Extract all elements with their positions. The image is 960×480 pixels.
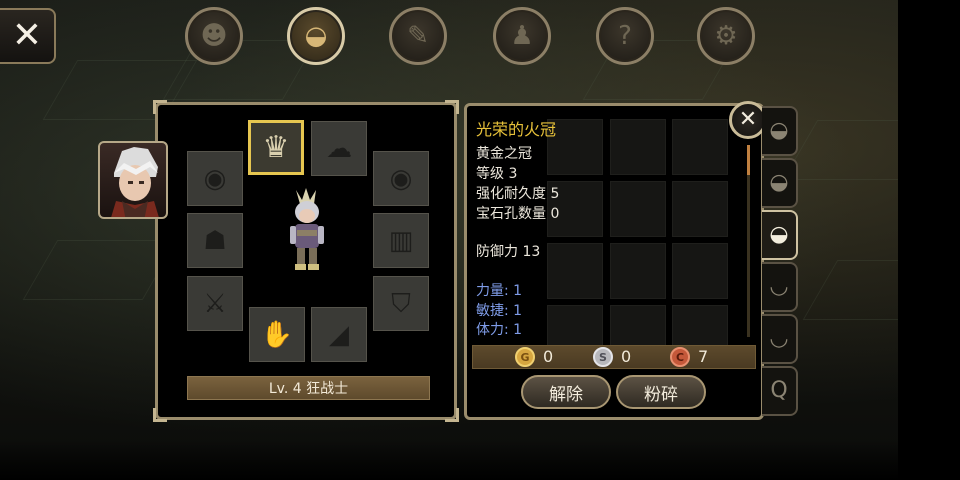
- bag-icon: ◒: [769, 118, 789, 143]
- item-stat-line: 体力: 1: [476, 322, 523, 338]
- crown-icon: ♛: [262, 129, 290, 165]
- inventory-cell[interactable]: [610, 119, 666, 175]
- shield-icon: ⛉: [391, 288, 411, 319]
- stats-scroll-thumb[interactable]: [747, 145, 750, 175]
- armor-slot[interactable]: ▥: [373, 213, 429, 268]
- people-icon: ♟: [510, 21, 534, 51]
- inventory-cell[interactable]: [672, 181, 728, 237]
- inventory-cell[interactable]: [610, 243, 666, 299]
- shoulder-slot[interactable]: ☗: [187, 213, 243, 268]
- pauldron-icon: ☗: [203, 225, 227, 256]
- tab-party[interactable]: ♟: [493, 7, 551, 65]
- item-stat-line: 等级 3: [476, 166, 518, 182]
- copper-amount: 7: [698, 347, 709, 366]
- bag-tab-1[interactable]: ◒: [762, 106, 798, 156]
- weapon-slot[interactable]: ⚔: [187, 276, 243, 331]
- character-level-label: Lv. 4 狂战士: [187, 376, 430, 400]
- inventory-cell[interactable]: [547, 243, 603, 299]
- bag-tab-4[interactable]: ◡: [762, 262, 798, 312]
- item-stat-line: 强化耐久度 5: [476, 186, 560, 202]
- ring-icon: ◉: [389, 163, 413, 194]
- quest-bag-icon: Q: [770, 378, 788, 403]
- tab-inventory[interactable]: ◒: [287, 7, 345, 65]
- bag-tab-6[interactable]: Q: [762, 366, 798, 416]
- gold-amount: 0: [543, 347, 554, 366]
- item-stat-line: 敏捷: 1: [476, 303, 523, 319]
- copper-coin-icon: C: [670, 347, 690, 367]
- gauntlet-icon: ✋: [260, 319, 294, 350]
- feather-icon: ✎: [407, 21, 429, 51]
- close-icon: ✕: [11, 15, 43, 56]
- item-name: 光荣的火冠: [476, 120, 557, 139]
- scroll-icon: ?: [618, 21, 632, 51]
- gold-coin-icon: G: [515, 347, 535, 367]
- gear-icon: ⚙: [714, 21, 738, 51]
- ring-right-slot[interactable]: ◉: [373, 151, 429, 206]
- unequip-button[interactable]: 解除: [521, 375, 611, 409]
- bag-tab-5[interactable]: ◡: [762, 314, 798, 364]
- sword-icon: ⚔: [203, 288, 227, 319]
- inventory-cell[interactable]: [610, 181, 666, 237]
- inventory-cell[interactable]: [672, 119, 728, 175]
- silver-coin-icon: S: [593, 347, 613, 367]
- cape-slot[interactable]: ☁: [311, 121, 367, 176]
- close-icon: ✕: [738, 107, 758, 132]
- bag-tab-2[interactable]: ◒: [762, 158, 798, 208]
- smash-button[interactable]: 粉碎: [616, 375, 706, 409]
- bag-tab-3[interactable]: ◒: [762, 210, 798, 260]
- tab-skills[interactable]: ✎: [389, 7, 447, 65]
- gloves-slot[interactable]: ✋: [249, 307, 305, 362]
- character-portrait[interactable]: [98, 141, 168, 219]
- tab-character[interactable]: ☻: [185, 7, 243, 65]
- character-figure: [282, 186, 332, 272]
- ring-left-slot[interactable]: ◉: [187, 151, 243, 206]
- bag-icon: ◒: [304, 21, 328, 51]
- item-stat-line: 黄金之冠: [476, 146, 532, 162]
- tab-settings[interactable]: ⚙: [697, 7, 755, 65]
- boot-icon: ◢: [329, 319, 349, 350]
- avatar: [111, 147, 159, 217]
- silver-amount: 0: [621, 347, 632, 366]
- bag-outline-icon: ◡: [769, 326, 789, 351]
- armor-icon: ▥: [388, 225, 414, 256]
- item-stat-line: 防御力 13: [476, 244, 541, 260]
- inventory-cell[interactable]: [672, 243, 728, 299]
- boots-slot[interactable]: ◢: [311, 307, 367, 362]
- item-stat-line: 宝石孔数量 0: [476, 206, 560, 222]
- bag-icon: ◒: [769, 170, 789, 195]
- cape-icon: ☁: [326, 133, 352, 164]
- head-icon: ☻: [200, 21, 228, 51]
- close-button[interactable]: ✕: [0, 8, 56, 64]
- ring-icon: ◉: [203, 163, 227, 194]
- bag-icon: ◒: [769, 222, 789, 247]
- item-stat-line: 力量: 1: [476, 283, 523, 299]
- helmet-slot[interactable]: ♛: [248, 120, 304, 175]
- bag-outline-icon: ◡: [769, 274, 789, 299]
- tab-quest[interactable]: ?: [596, 7, 654, 65]
- shield-slot[interactable]: ⛉: [373, 276, 429, 331]
